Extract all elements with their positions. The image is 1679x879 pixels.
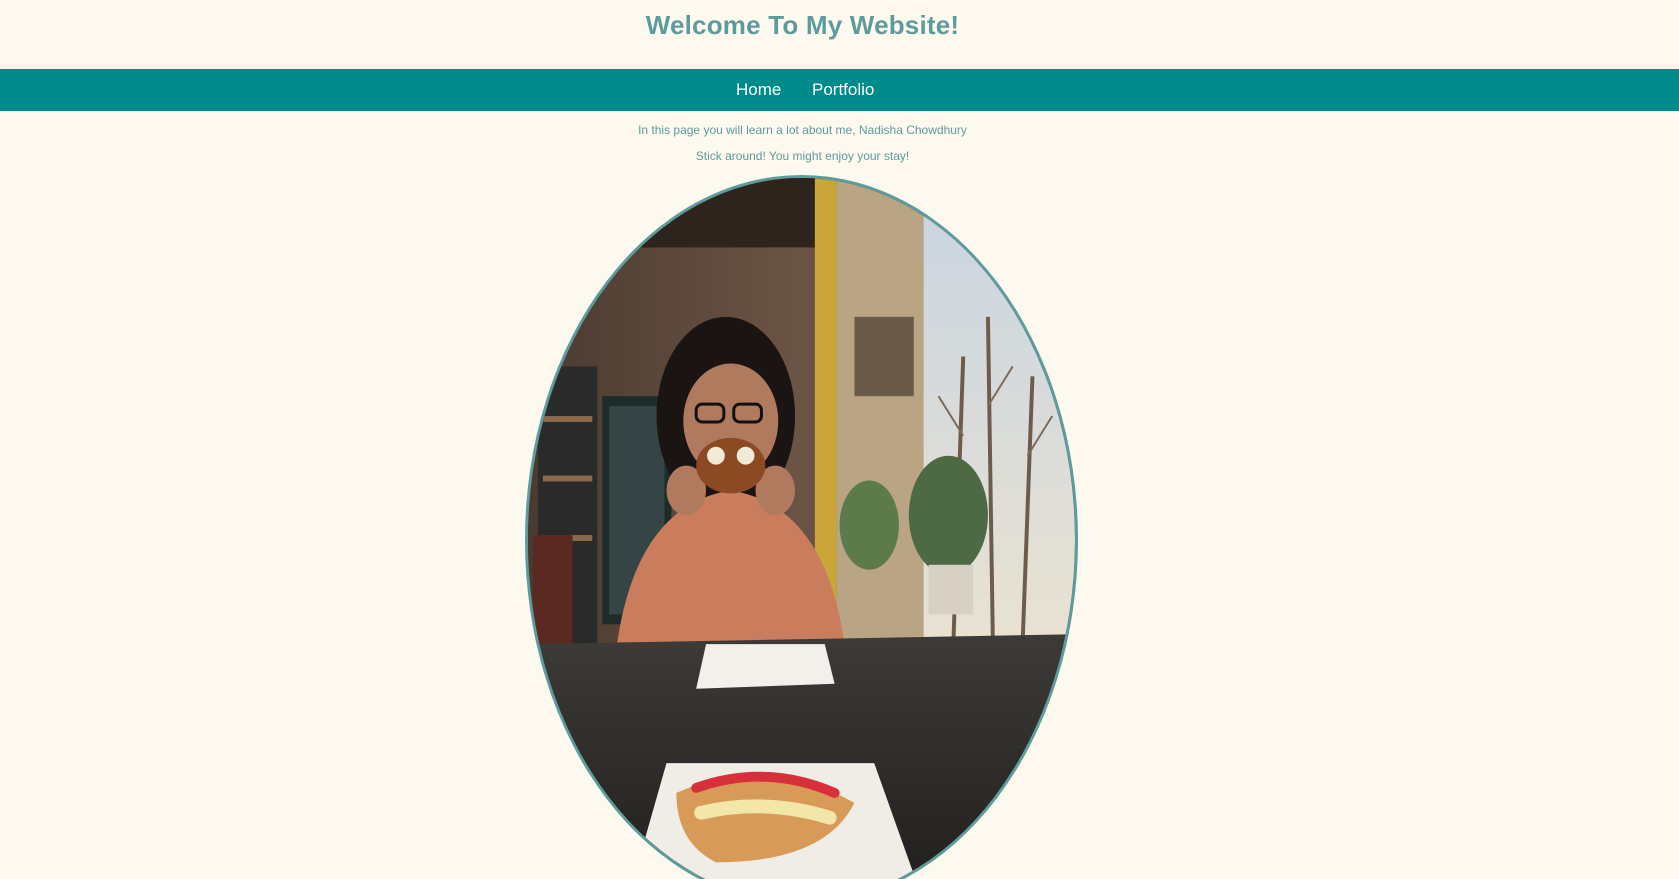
profile-photo	[525, 175, 1078, 879]
intro-text-line-2: Stick around! You might enjoy your stay!	[695, 149, 910, 163]
profile-photo-illustration	[528, 178, 1075, 879]
nav-link-home[interactable]: Home	[736, 69, 781, 111]
page: Welcome To My Website! Home Portfolio In…	[0, 0, 1679, 879]
nav-link-portfolio[interactable]: Portfolio	[812, 69, 874, 111]
page-title: Welcome To My Website!	[645, 10, 960, 40]
intro-text-line-1: In this page you will learn a lot about …	[638, 123, 967, 137]
navbar: Home Portfolio	[0, 69, 1679, 111]
